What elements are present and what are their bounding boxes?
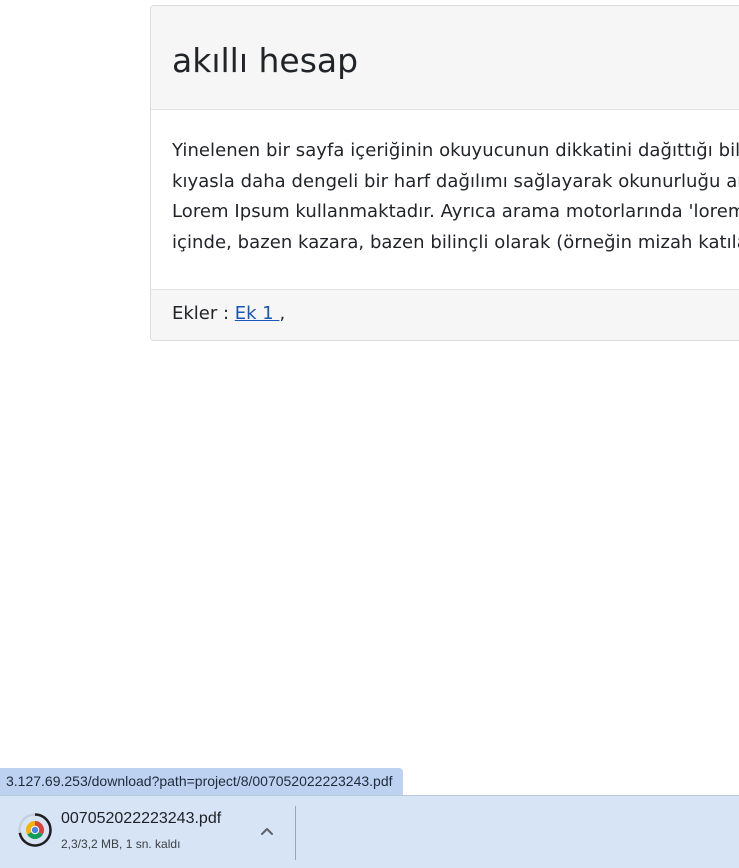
download-filename: 007052022223243.pdf <box>61 810 222 827</box>
body-text-line: Lorem Ipsum kullanmaktadır. Ayrıca arama… <box>172 201 739 222</box>
body-text-line: içinde, bazen kazara, bazen bilinçli ola… <box>172 231 739 253</box>
card-footer: Ekler : Ek 1 , <box>151 290 739 340</box>
content-card: akıllı hesap Yinelenen bir sayfa içeriği… <box>150 5 739 341</box>
card-header: akıllı hesap <box>151 6 739 110</box>
download-progress-text: 2,3/3,2 MB, 1 sn. kaldı <box>61 837 181 851</box>
chrome-icon <box>18 813 52 847</box>
body-text-line: Yinelenen bir sayfa içeriğinin okuyucunu… <box>172 140 739 161</box>
download-shelf: 007052022223243.pdf 2,3/3,2 MB, 1 sn. ka… <box>0 795 739 868</box>
attachments-label: Ekler : <box>172 303 235 324</box>
attachment-separator: , <box>279 303 286 324</box>
download-item[interactable]: 007052022223243.pdf 2,3/3,2 MB, 1 sn. ka… <box>0 796 295 868</box>
card-body: Yinelenen bir sayfa içeriğinin okuyucunu… <box>151 110 739 290</box>
download-divider <box>295 806 296 860</box>
body-text-line: kıyasla daha dengeli bir harf dağılımı s… <box>172 170 739 192</box>
status-bar-url: 3.127.69.253/download?path=project/8/007… <box>0 768 403 795</box>
attachment-link[interactable]: Ek 1 <box>235 303 280 324</box>
browser-page: akıllı hesap Yinelenen bir sayfa içeriği… <box>0 0 739 868</box>
chevron-up-icon[interactable] <box>255 820 279 844</box>
card-title: akıllı hesap <box>172 41 359 80</box>
